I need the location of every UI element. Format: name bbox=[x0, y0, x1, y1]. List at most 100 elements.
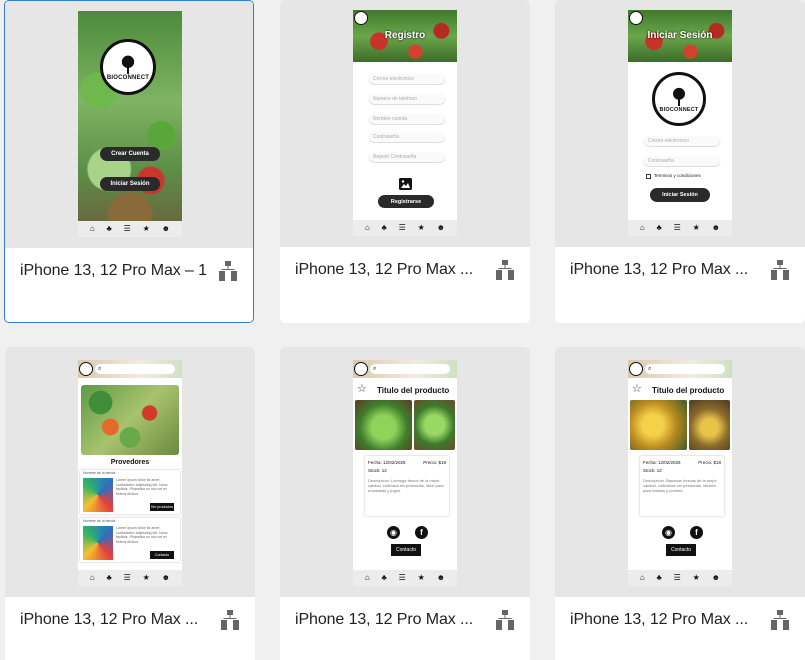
user-icon[interactable]: ☻ bbox=[162, 225, 170, 233]
prototype-flow-icon[interactable] bbox=[496, 260, 514, 280]
prototype-flow-icon[interactable] bbox=[496, 610, 514, 630]
tab-bar: ⌂ ♣ ☰ ★ ☻ bbox=[353, 220, 457, 236]
prototype-flow-icon[interactable] bbox=[771, 610, 789, 630]
prototype-flow-icon[interactable] bbox=[219, 261, 237, 281]
prototype-flow-icon[interactable] bbox=[221, 610, 239, 630]
location-icon[interactable]: ◉ bbox=[662, 526, 675, 539]
star-icon[interactable]: ★ bbox=[143, 225, 150, 233]
bioconnect-logo: BIOCONNECT bbox=[100, 39, 156, 95]
artboard-card-5[interactable]: ⌕ ☆ Titulo del producto Fecha: 12/02/202… bbox=[280, 347, 530, 660]
password-field[interactable]: Contraseña bbox=[644, 156, 720, 166]
mini-logo bbox=[354, 11, 368, 25]
create-account-button[interactable]: Crear Cuenta bbox=[100, 147, 160, 161]
view-products-button[interactable]: Ver productos bbox=[150, 503, 174, 511]
product-description: Descripcion: Bananas frescas de la mejor… bbox=[643, 478, 717, 493]
phone-field[interactable]: Numero de telefono bbox=[369, 94, 445, 104]
location-icon[interactable]: ◉ bbox=[387, 526, 400, 539]
user-icon[interactable]: ☻ bbox=[712, 574, 720, 582]
home-icon[interactable]: ⌂ bbox=[365, 574, 370, 582]
facebook-icon[interactable]: f bbox=[690, 526, 703, 539]
facebook-icon[interactable]: f bbox=[415, 526, 428, 539]
terms-label[interactable]: Terminos y condiciones bbox=[654, 173, 701, 178]
artboard-card-1[interactable]: BIOCONNECT Crear Cuenta Iniciar Sesión ⌂… bbox=[4, 0, 254, 323]
product-image-1[interactable] bbox=[355, 400, 412, 450]
mini-logo bbox=[629, 11, 643, 25]
card-footer: iPhone 13, 12 Pro Max ... bbox=[5, 597, 255, 660]
home-icon[interactable]: ⌂ bbox=[640, 574, 645, 582]
artboard-card-6[interactable]: ⌕ ☆ Titulo del producto Fecha: 12/02/202… bbox=[555, 347, 805, 660]
tree-icon[interactable]: ♣ bbox=[657, 574, 662, 582]
artboard-preview[interactable]: ⌕ Provedores Nombre de la tienda Lorem i… bbox=[5, 347, 255, 597]
tree-icon[interactable]: ♣ bbox=[107, 574, 112, 582]
list-icon[interactable]: ☰ bbox=[399, 574, 406, 582]
artboard-card-2[interactable]: Registro Correo electronico Numero de te… bbox=[280, 0, 530, 323]
artboard-preview[interactable]: BIOCONNECT Crear Cuenta Iniciar Sesión ⌂… bbox=[5, 1, 253, 248]
star-icon[interactable]: ★ bbox=[418, 574, 425, 582]
list-icon[interactable]: ☰ bbox=[674, 574, 681, 582]
password-field[interactable]: Contraseña bbox=[369, 132, 445, 142]
star-icon[interactable]: ★ bbox=[693, 224, 700, 232]
contact-button[interactable]: Contacto bbox=[150, 551, 174, 559]
search-input[interactable]: ⌕ bbox=[370, 364, 450, 374]
provider-image bbox=[83, 478, 113, 512]
product-image-2[interactable] bbox=[689, 400, 730, 450]
list-icon[interactable]: ☰ bbox=[399, 224, 406, 232]
search-input[interactable]: ⌕ bbox=[645, 364, 725, 374]
artboard-title[interactable]: iPhone 13, 12 Pro Max – 1 bbox=[20, 262, 207, 280]
search-input[interactable]: ⌕ bbox=[95, 364, 175, 374]
home-icon[interactable]: ⌂ bbox=[90, 574, 95, 582]
provider-card[interactable]: Nombre de la tienda Lorem ipsum dolor si… bbox=[80, 518, 180, 562]
artboard-preview[interactable]: Registro Correo electronico Numero de te… bbox=[280, 0, 530, 247]
user-icon[interactable]: ☻ bbox=[162, 574, 170, 582]
favorite-star-icon[interactable]: ☆ bbox=[357, 382, 367, 395]
tree-icon[interactable]: ♣ bbox=[657, 224, 662, 232]
artboard-preview[interactable]: Iniciar Sesión BIOCONNECT Correo electro… bbox=[555, 0, 805, 247]
list-icon[interactable]: ☰ bbox=[124, 574, 131, 582]
login-button[interactable]: Iniciar Sesión bbox=[100, 177, 160, 191]
provider-card[interactable]: Nombre de la tienda Lorem ipsum dolor si… bbox=[80, 470, 180, 514]
terms-checkbox[interactable] bbox=[646, 174, 651, 179]
repeat-password-field[interactable]: Repetir Contraseña bbox=[369, 152, 445, 162]
artboard-card-4[interactable]: ⌕ Provedores Nombre de la tienda Lorem i… bbox=[5, 347, 255, 660]
home-icon[interactable]: ⌂ bbox=[640, 224, 645, 232]
card-footer: iPhone 13, 12 Pro Max ... bbox=[280, 247, 530, 323]
star-icon[interactable]: ★ bbox=[693, 574, 700, 582]
artboard-preview[interactable]: ⌕ ☆ Titulo del producto Fecha: 12/02/202… bbox=[555, 347, 805, 597]
providers-hero-image bbox=[81, 385, 179, 455]
list-icon[interactable]: ☰ bbox=[124, 225, 131, 233]
star-icon[interactable]: ★ bbox=[143, 574, 150, 582]
card-footer: iPhone 13, 12 Pro Max ... bbox=[280, 597, 530, 660]
tree-icon[interactable]: ♣ bbox=[382, 574, 387, 582]
home-icon[interactable]: ⌂ bbox=[90, 225, 95, 233]
user-icon[interactable]: ☻ bbox=[437, 574, 445, 582]
email-field[interactable]: Correo electronico bbox=[644, 136, 720, 146]
register-button[interactable]: Registrarse bbox=[378, 195, 434, 208]
artboard-card-3[interactable]: Iniciar Sesión BIOCONNECT Correo electro… bbox=[555, 0, 805, 323]
artboard-title[interactable]: iPhone 13, 12 Pro Max ... bbox=[295, 261, 473, 279]
tree-icon[interactable]: ♣ bbox=[107, 225, 112, 233]
image-upload-icon[interactable] bbox=[399, 178, 412, 190]
home-icon[interactable]: ⌂ bbox=[365, 224, 370, 232]
contact-button[interactable]: Contacto bbox=[391, 544, 421, 556]
artboard-preview[interactable]: ⌕ ☆ Titulo del producto Fecha: 12/02/202… bbox=[280, 347, 530, 597]
artboard-title[interactable]: iPhone 13, 12 Pro Max ... bbox=[295, 611, 473, 629]
artboard-title[interactable]: iPhone 13, 12 Pro Max ... bbox=[570, 261, 748, 279]
login-submit-button[interactable]: Iniciar Sesión bbox=[650, 188, 710, 202]
prototype-flow-icon[interactable] bbox=[771, 260, 789, 280]
star-icon[interactable]: ★ bbox=[418, 224, 425, 232]
artboard-title[interactable]: iPhone 13, 12 Pro Max ... bbox=[20, 611, 198, 629]
favorite-star-icon[interactable]: ☆ bbox=[632, 382, 642, 395]
product-image-2[interactable] bbox=[414, 400, 455, 450]
contact-button[interactable]: Contacto bbox=[666, 544, 696, 556]
email-field[interactable]: Correo electronico bbox=[369, 74, 445, 84]
tree-icon[interactable]: ♣ bbox=[382, 224, 387, 232]
account-name-field[interactable]: Nombre cuenta bbox=[369, 114, 445, 124]
list-icon[interactable]: ☰ bbox=[674, 224, 681, 232]
provider-description: Lorem ipsum dolor sit amet, consectetur … bbox=[116, 478, 168, 496]
user-icon[interactable]: ☻ bbox=[437, 224, 445, 232]
product-stock: Stock: 12 bbox=[643, 468, 662, 473]
artboard-title[interactable]: iPhone 13, 12 Pro Max ... bbox=[570, 611, 748, 629]
user-icon[interactable]: ☻ bbox=[712, 224, 720, 232]
product-image-1[interactable] bbox=[630, 400, 687, 450]
provider-name: Nombre de la tienda bbox=[83, 471, 116, 475]
